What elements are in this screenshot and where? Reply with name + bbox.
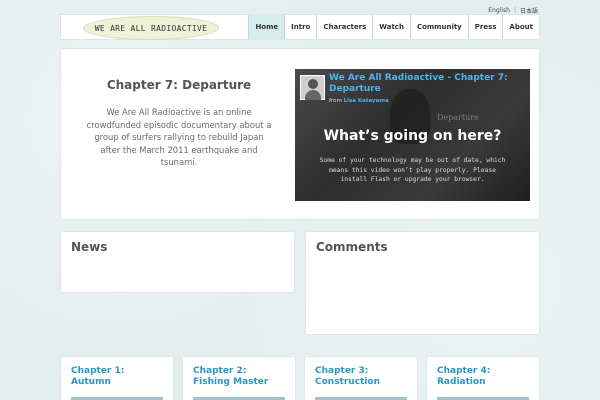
- video-watermark: Departure: [437, 113, 479, 122]
- byline-prefix: from: [329, 98, 342, 104]
- chapter-title[interactable]: Chapter 1: Autumn: [71, 366, 124, 388]
- logo-text-label: WE ARE ALL RADIOACTIVE: [94, 23, 208, 33]
- site-header: WE ARE ALL RADIOACTIVE Home Intro Charac…: [60, 14, 540, 40]
- language-english-link[interactable]: English: [488, 7, 510, 14]
- nav-characters[interactable]: Characters: [316, 15, 373, 39]
- chapter-number: Chapter 1:: [71, 366, 125, 376]
- nav-watch[interactable]: Watch: [372, 15, 410, 39]
- chapter-title[interactable]: Chapter 4: Radiation: [437, 366, 490, 388]
- byline-author-link[interactable]: Lisa Katayama: [344, 98, 389, 104]
- video-title[interactable]: We Are All Radioactive - Chapter 7: Depa…: [329, 73, 524, 95]
- chapter-card[interactable]: Chapter 2: Fishing Master: [182, 356, 296, 400]
- chapter-card[interactable]: Chapter 3: Construction: [304, 356, 418, 400]
- comments-title: Comments: [316, 240, 388, 254]
- video-error-message: Some of your technology may be out of da…: [319, 157, 506, 183]
- chapter-title[interactable]: Chapter 2: Fishing Master: [193, 366, 268, 388]
- main-nav: Home Intro Characters Watch Community Pr…: [248, 15, 539, 39]
- nav-intro[interactable]: Intro: [284, 15, 317, 39]
- chapter-number: Chapter 2:: [193, 366, 247, 376]
- chapter-number: Chapter 3:: [315, 366, 369, 376]
- hero-title: Chapter 7: Departure: [106, 78, 252, 92]
- nav-home[interactable]: Home: [248, 15, 285, 39]
- chapter-name: Fishing Master: [193, 377, 269, 387]
- video-error-heading: What’s going on here?: [323, 128, 502, 144]
- news-title: News: [71, 240, 108, 254]
- chapter-name: Autumn: [71, 377, 111, 387]
- nav-about[interactable]: About: [502, 15, 539, 39]
- comments-panel: Comments: [305, 231, 540, 335]
- hero-panel: Chapter 7: Departure We Are All Radioact…: [60, 48, 540, 220]
- nav-community[interactable]: Community: [409, 15, 468, 39]
- site-logo[interactable]: WE ARE ALL RADIOACTIVE: [81, 16, 221, 40]
- chapter-title[interactable]: Chapter 3: Construction: [315, 366, 380, 388]
- hero-description: We Are All Radioactive is an online crow…: [86, 107, 272, 167]
- chapter-name: Radiation: [437, 377, 486, 387]
- chapter-number: Chapter 4:: [437, 366, 491, 376]
- nav-press[interactable]: Press: [467, 15, 503, 39]
- chapter-card[interactable]: Chapter 4: Radiation: [426, 356, 540, 400]
- author-avatar[interactable]: [300, 75, 325, 100]
- chapter-card[interactable]: Chapter 1: Autumn: [60, 356, 174, 400]
- video-player[interactable]: We Are All Radioactive - Chapter 7: Depa…: [295, 69, 530, 201]
- news-panel: News: [60, 231, 295, 293]
- logo-text: WE ARE ALL RADIOACTIVE: [95, 24, 208, 33]
- video-byline: from Lisa Katayama: [329, 98, 389, 104]
- chapter-name: Construction: [315, 377, 381, 387]
- language-separator: |: [513, 7, 516, 14]
